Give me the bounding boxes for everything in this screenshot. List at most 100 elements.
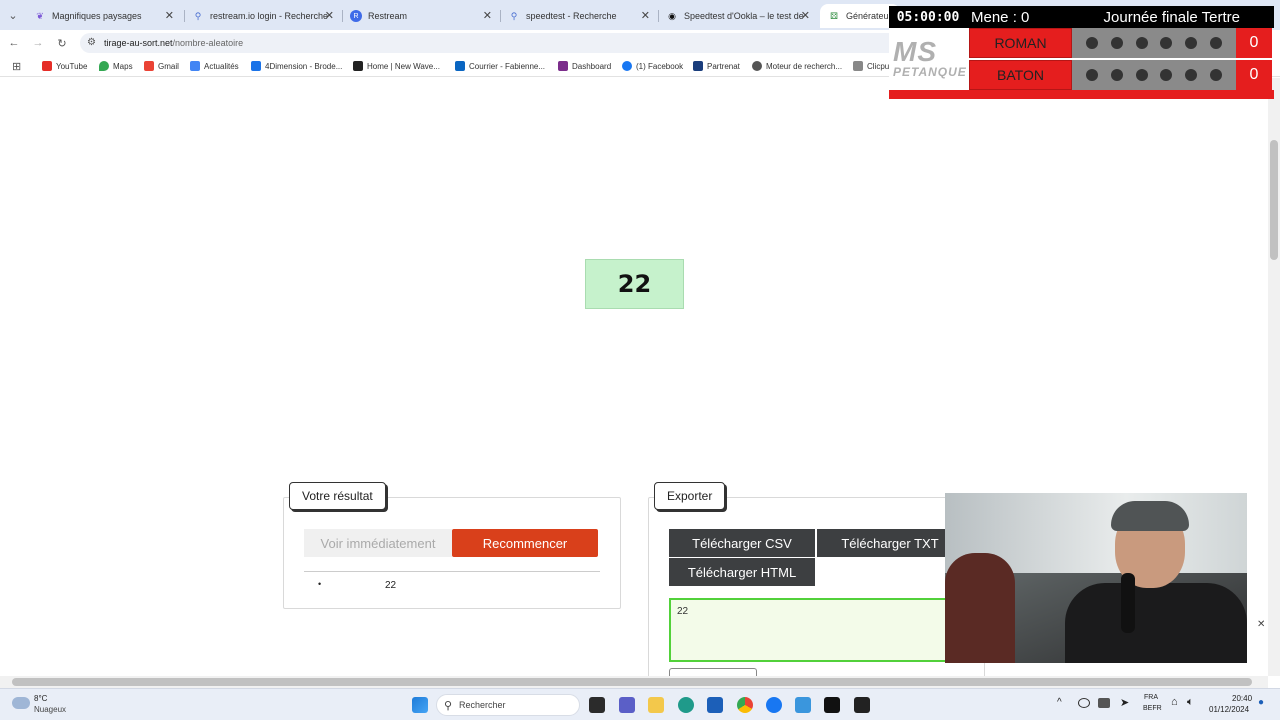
scoreboard-header: Mene : 0 Journée finale Tertre bbox=[967, 6, 1274, 28]
bookmark-youtube[interactable]: YouTube bbox=[42, 59, 87, 73]
network-icon[interactable]: ⌂ bbox=[1171, 696, 1178, 708]
tray-app-icon[interactable] bbox=[1098, 698, 1110, 708]
webcam-background-person bbox=[945, 553, 1015, 663]
votre-resultat-panel: Voir immédiatement Recommencer • 22 bbox=[283, 497, 621, 609]
bookmark-label: Maps bbox=[113, 61, 133, 71]
scoreboard-timer: 05:00:00 bbox=[889, 6, 967, 28]
boule-icon bbox=[1110, 69, 1123, 81]
event-title: Journée finale Tertre bbox=[1103, 8, 1240, 26]
boule-icon bbox=[1110, 37, 1123, 49]
bookmark-label: (1) Facebook bbox=[636, 61, 684, 71]
tab-restream-login-search[interactable]: ⚲ restream.io login - Recherche ✕ bbox=[184, 4, 342, 28]
clock-time[interactable]: 20:40 bbox=[1232, 694, 1252, 703]
boule-icon bbox=[1086, 37, 1099, 49]
dashboard-icon bbox=[558, 61, 568, 71]
tab-restream[interactable]: R Restream ✕ bbox=[342, 4, 500, 28]
4dimension-icon bbox=[251, 61, 261, 71]
horizontal-scroll-thumb[interactable] bbox=[12, 678, 1252, 686]
task-view-icon[interactable] bbox=[589, 697, 605, 713]
tab-speedtest-ookla[interactable]: ◉ Speedtest d'Ookla – le test de ✕ bbox=[658, 4, 818, 28]
close-tab-icon[interactable]: ✕ bbox=[165, 9, 174, 22]
bookmark-4dimension[interactable]: 4Dimension - Brode... bbox=[251, 59, 342, 73]
tab-speedtest-search[interactable]: ⚲ speedtest - Recherche ✕ bbox=[500, 4, 658, 28]
tab-title: Speedtest d'Ookla – le test de bbox=[684, 11, 804, 21]
telecharger-csv-button[interactable]: Télécharger CSV bbox=[669, 529, 815, 557]
gmail-icon bbox=[144, 61, 154, 71]
reload-icon[interactable]: ↻ bbox=[54, 35, 70, 51]
site-info-icon[interactable]: ⚙ bbox=[87, 37, 96, 48]
divider bbox=[304, 571, 600, 572]
boule-icon bbox=[1086, 69, 1099, 81]
bookmark-label: 4Dimension - Brode... bbox=[265, 61, 343, 71]
close-tab-icon[interactable]: ✕ bbox=[641, 9, 650, 22]
tab-search-chevron-icon[interactable]: ⌄ bbox=[5, 7, 21, 23]
webcam-presenter-headset bbox=[1111, 501, 1189, 531]
telecharger-txt-button[interactable]: Télécharger TXT bbox=[817, 529, 963, 557]
onedrive-icon[interactable] bbox=[1078, 698, 1090, 708]
telecharger-html-button[interactable]: Télécharger HTML bbox=[669, 558, 815, 586]
tab-title: restream.io login - Recherche bbox=[210, 11, 329, 21]
tab-generateur-active[interactable]: ⚄ Générateur de bbox=[820, 4, 900, 28]
language-bottom[interactable]: BEFR bbox=[1143, 705, 1162, 712]
bookmark-facebook[interactable]: (1) Facebook bbox=[622, 59, 683, 73]
forward-arrow-icon[interactable]: → bbox=[30, 35, 46, 51]
restream-app-icon[interactable] bbox=[824, 697, 840, 713]
facebook-app-icon[interactable] bbox=[766, 697, 782, 713]
windows-taskbar: 8°C Nuageux ⚲ Rechercher ^ ➤ FRA BEFR ⌂ … bbox=[0, 688, 1280, 720]
close-tab-icon[interactable]: ✕ bbox=[483, 9, 492, 22]
volume-icon[interactable]: 🔈︎ bbox=[1187, 696, 1194, 709]
url-host: tirage-au-sort.net bbox=[104, 38, 173, 48]
taskbar-search[interactable]: ⚲ Rechercher bbox=[436, 694, 580, 716]
team-baton-name: BATON bbox=[969, 60, 1072, 90]
address-bar[interactable]: ⚙ tirage-au-sort.net/nombre-aleatoire bbox=[80, 33, 960, 53]
clock-date[interactable]: 01/12/2024 bbox=[1209, 705, 1249, 714]
boule-icon bbox=[1160, 37, 1173, 49]
votre-resultat-legend: Votre résultat bbox=[289, 482, 386, 510]
close-tab-icon[interactable]: ✕ bbox=[801, 9, 810, 22]
close-tab-icon[interactable]: ✕ bbox=[325, 9, 334, 22]
boule-icon bbox=[1209, 69, 1222, 81]
vertical-scrollbar[interactable] bbox=[1268, 78, 1280, 676]
teams-icon[interactable] bbox=[619, 697, 635, 713]
store-icon[interactable] bbox=[707, 697, 723, 713]
bookmark-new-wave[interactable]: Home | New Wave... bbox=[353, 59, 440, 73]
language-top[interactable]: FRA bbox=[1144, 694, 1158, 701]
close-overlay-icon[interactable]: ✕ bbox=[1257, 619, 1265, 630]
boule-icon bbox=[1135, 69, 1148, 81]
horizontal-scrollbar[interactable] bbox=[0, 676, 1268, 688]
bookmark-dashboard[interactable]: Dashboard bbox=[558, 59, 611, 73]
back-arrow-icon[interactable]: ← bbox=[6, 35, 22, 51]
apps-grid-icon[interactable]: ⊞ bbox=[12, 59, 21, 73]
microphone-icon bbox=[1121, 573, 1135, 633]
ndi-icon[interactable] bbox=[854, 697, 870, 713]
tab-magnifiques-paysages[interactable]: ❦ Magnifiques paysages ✕ bbox=[26, 4, 182, 28]
globe-icon bbox=[752, 61, 762, 71]
bookmark-gmail[interactable]: Gmail bbox=[144, 59, 179, 73]
news-icon bbox=[190, 61, 200, 71]
bookmark-partrenat[interactable]: Partrenat bbox=[693, 59, 740, 73]
bookmark-courrier[interactable]: Courrier - Fabienne... bbox=[455, 59, 545, 73]
notification-bell-icon[interactable]: ● bbox=[1258, 697, 1264, 708]
bookmark-label: Gmail bbox=[158, 61, 179, 71]
boule-icon bbox=[1209, 37, 1222, 49]
voir-immediatement-button[interactable]: Voir immédiatement bbox=[304, 529, 452, 557]
file-explorer-icon[interactable] bbox=[648, 697, 664, 713]
mene-counter: Mene : 0 bbox=[971, 8, 1030, 26]
logo-text-petanque: PETANQUE bbox=[893, 65, 967, 79]
chevron-up-icon[interactable]: ^ bbox=[1057, 697, 1062, 708]
windows-apps-icon[interactable] bbox=[795, 697, 811, 713]
recommencer-button[interactable]: Recommencer bbox=[452, 529, 598, 557]
weather-cloud-icon[interactable] bbox=[12, 697, 30, 709]
windows-start-icon[interactable] bbox=[412, 697, 428, 713]
export-textarea[interactable]: 22 bbox=[669, 598, 959, 662]
bookmark-actualites[interactable]: Actualités bbox=[190, 59, 239, 73]
edge-icon[interactable] bbox=[678, 697, 694, 713]
outlook-icon bbox=[455, 61, 465, 71]
scoreboard-bottom-bar bbox=[889, 90, 1274, 99]
scroll-thumb[interactable] bbox=[1270, 140, 1278, 260]
chrome-icon[interactable] bbox=[737, 697, 753, 713]
bookmark-maps[interactable]: Maps bbox=[99, 59, 133, 73]
bookmark-moteur[interactable]: Moteur de recherch... bbox=[752, 59, 842, 73]
weather-desc: Nuageux bbox=[34, 705, 67, 714]
tray-arrow-icon[interactable]: ➤ bbox=[1120, 696, 1129, 709]
